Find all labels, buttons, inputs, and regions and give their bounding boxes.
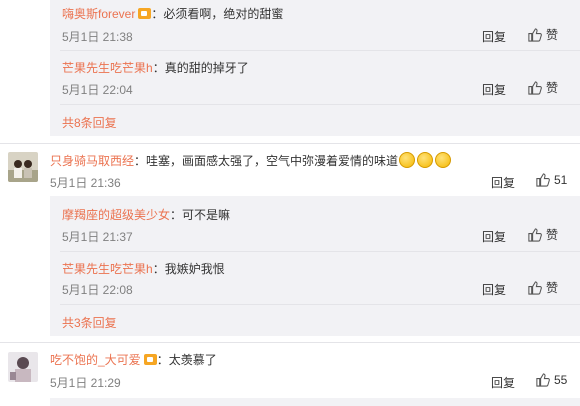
reply-button[interactable]: 回复	[491, 174, 515, 191]
comment-text-line: 吃不饱的_大可爱 ：太羡慕了	[50, 351, 217, 368]
emoji-icon	[435, 152, 452, 168]
reply-text: ：我嫉妒我恨	[152, 262, 225, 276]
like-button[interactable]: 赞	[527, 26, 558, 43]
thumb-up-icon	[536, 173, 550, 187]
comment-time: 5月1日 21:29	[50, 376, 121, 390]
reply-button[interactable]: 回复	[482, 81, 506, 98]
reply-text-line: 嗨奥斯forever ：必须看啊，绝对的甜蜜	[62, 5, 283, 22]
reply-button[interactable]: 回复	[482, 28, 506, 45]
more-replies-link[interactable]: 共3条回复	[62, 314, 117, 331]
reply-text-line: 芒果先生吃芒果h：真的甜的掉牙了	[62, 59, 249, 76]
reply-username[interactable]: 嗨奥斯forever	[62, 7, 135, 21]
thumb-up-icon	[528, 228, 542, 242]
reply-text-line: 芒果先生吃芒果h：我嫉妒我恨	[62, 260, 225, 277]
thumb-up-icon	[536, 373, 550, 387]
like-button[interactable]: 55	[535, 372, 567, 387]
like-label: 赞	[546, 81, 559, 95]
emoji-icon	[417, 152, 434, 168]
reply-username[interactable]: 摩羯座的超级美少女	[62, 208, 170, 222]
divider	[60, 251, 580, 252]
comment-divider	[0, 143, 580, 144]
like-label: 赞	[546, 281, 559, 295]
vip-badge-icon	[138, 8, 152, 19]
comment-text: ：哇塞，画面感太强了，空气中弥漫着爱情的味道	[134, 154, 399, 168]
like-label: 赞	[546, 28, 559, 42]
more-replies-link[interactable]: 共8条回复	[62, 114, 117, 131]
reply-text-line: 摩羯座的超级美少女：可不是嘛	[62, 206, 230, 223]
comment-text-line: 只身骑马取西经：哇塞，画面感太强了，空气中弥漫着爱情的味道	[50, 152, 452, 169]
vip-badge-icon	[143, 354, 157, 365]
comment-text: ：太羡慕了	[156, 353, 217, 367]
reply-time: 5月1日 21:37	[62, 230, 133, 244]
reply-button[interactable]: 回复	[491, 374, 515, 391]
reply-time: 5月1日 22:04	[62, 83, 133, 97]
reply-time: 5月1日 22:08	[62, 283, 133, 297]
reply-button[interactable]: 回复	[482, 281, 506, 298]
like-label: 赞	[546, 228, 559, 242]
like-button[interactable]: 赞	[527, 79, 558, 96]
like-button[interactable]: 赞	[527, 279, 558, 296]
reply-username[interactable]: 芒果先生吃芒果h	[62, 61, 153, 75]
divider	[60, 104, 580, 105]
reply-text: ：可不是嘛	[170, 208, 231, 222]
divider	[60, 50, 580, 51]
comment-username[interactable]: 吃不饱的_大可爱	[50, 353, 141, 367]
comment-username[interactable]: 只身骑马取西经	[50, 154, 134, 168]
thumb-up-icon	[528, 281, 542, 295]
like-count: 51	[554, 172, 568, 187]
avatar[interactable]	[8, 152, 38, 182]
comment-divider	[0, 342, 580, 343]
reply-text: ：真的甜的掉牙了	[152, 61, 249, 75]
reply-time: 5月1日 21:38	[62, 30, 133, 44]
reply-button[interactable]: 回复	[482, 228, 506, 245]
thumb-up-icon	[528, 81, 542, 95]
divider	[60, 304, 580, 305]
like-button[interactable]: 赞	[527, 226, 558, 243]
like-button[interactable]: 51	[535, 172, 567, 187]
avatar[interactable]	[8, 352, 38, 382]
comment-time: 5月1日 21:36	[50, 176, 121, 190]
reply-panel-3	[50, 398, 580, 406]
thumb-up-icon	[528, 28, 542, 42]
like-count: 55	[554, 372, 568, 387]
reply-text: ：必须看啊，绝对的甜蜜	[151, 7, 284, 21]
emoji-icon	[399, 152, 416, 168]
reply-username[interactable]: 芒果先生吃芒果h	[62, 262, 153, 276]
